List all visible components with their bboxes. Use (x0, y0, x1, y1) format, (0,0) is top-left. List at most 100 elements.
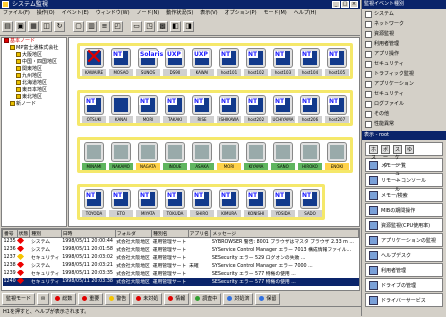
network-node[interactable]: NT SHIRO (190, 190, 214, 220)
tree-icon[interactable]: ▦ (28, 21, 39, 32)
menu-window[interactable]: ウィンドウ(W) (96, 9, 130, 18)
network-node[interactable]: NT host101 (217, 49, 241, 79)
filter-button[interactable]: 調査中 (191, 292, 222, 305)
node-tree[interactable]: 基本ノード MP富士通株式会社 大阪地区 中国・四国地区 関東地区 九州地区 北… (1, 37, 67, 227)
tree-item[interactable]: 中国・四国地区 (2, 59, 66, 66)
menu-node[interactable]: ノード(N) (137, 9, 160, 18)
maximize-button[interactable]: □ (341, 1, 349, 8)
refresh-icon[interactable]: ↻ (54, 21, 65, 32)
action-button[interactable]: 資源監視(CPU使用率) (365, 218, 443, 232)
menu-mode[interactable]: モード(M) (264, 9, 287, 18)
tree-item[interactable]: 九州地区 (2, 73, 66, 80)
table-row[interactable]: 1240 セキュリティ 1998/05/11 20:03:38 式会社大阪地区 運用管理… (2, 277, 359, 286)
close-button[interactable]: × (350, 1, 358, 8)
network-node[interactable]: NT SADO (298, 190, 322, 220)
col-kind[interactable]: 種別名 (151, 229, 189, 238)
action-button[interactable]: リモートコンソール (365, 173, 443, 187)
network-node[interactable]: HIROKO (298, 143, 322, 173)
network-node[interactable]: NT MIYATA (136, 190, 160, 220)
open-folder-icon[interactable]: ▤ (2, 21, 13, 32)
tree-item[interactable]: 基本ノード (2, 38, 66, 45)
network-node[interactable]: NT KONISHI (244, 190, 268, 220)
filter-button[interactable]: 総数 (51, 292, 77, 305)
action-button[interactable]: アプリケーションの監視 (365, 233, 443, 247)
tree-item[interactable]: 新ノード (2, 101, 66, 108)
col-app[interactable]: アプリ名 (187, 229, 212, 238)
network-node[interactable]: NT host202 (244, 96, 268, 126)
tree-item[interactable]: 東北地区 (2, 94, 66, 101)
filter-button[interactable]: 未対処 (132, 292, 163, 305)
event-type-item[interactable]: 性能異常 (362, 119, 446, 129)
action-button[interactable]: ドライバーサービス (365, 293, 443, 307)
network-node[interactable]: Solaris SUNOS (136, 49, 165, 79)
col-number[interactable]: 番号 (2, 229, 18, 238)
view-button[interactable]: ホスト (369, 144, 378, 169)
menu-operation[interactable]: 操作(O) (37, 9, 55, 18)
view-button[interactable]: ゆ (405, 144, 414, 154)
network-node[interactable]: NT TOYODA (82, 190, 106, 220)
filter-button[interactable]: 情報 (164, 292, 190, 305)
event-type-item[interactable]: 利用者管理 (362, 39, 446, 49)
tree-item[interactable]: 関東地区 (2, 66, 66, 73)
event-type-item[interactable]: ログファイル (362, 99, 446, 109)
network-node[interactable]: NT MOSAO (109, 49, 133, 79)
tree-item[interactable]: 大阪地区 (2, 52, 66, 59)
tree-item[interactable]: 北海道地区 (2, 80, 66, 87)
action-button[interactable]: 利用者管理 (365, 263, 443, 277)
view-button[interactable]: ポータ (381, 144, 390, 169)
minimize-button[interactable]: _ (332, 1, 340, 8)
action-button[interactable]: メモー/検索 (365, 188, 443, 202)
network-node[interactable]: NT host207 (325, 96, 349, 126)
graph-icon[interactable]: ▥ (86, 21, 97, 32)
grid-icon[interactable]: ▩ (157, 21, 168, 32)
col-folder[interactable]: フォルダ (114, 229, 153, 238)
col-state[interactable]: 状態 (16, 229, 31, 238)
event-type-item[interactable]: その他 (362, 109, 446, 119)
network-node[interactable]: MINAMI (82, 143, 106, 173)
network-node[interactable]: NT MORI (136, 96, 160, 126)
network-node[interactable]: SANO (271, 143, 295, 173)
network-node[interactable]: NT TOKUDA (163, 190, 187, 220)
network-node[interactable]: NT host206 (298, 96, 322, 126)
node-view-icon[interactable]: ▢ (73, 21, 84, 32)
network-node[interactable]: ASAKA (190, 143, 214, 173)
event-type-item[interactable]: ネットワーク (362, 19, 446, 29)
network-node[interactable]: ✕ KAWAIRE (82, 47, 106, 79)
save-icon[interactable]: ▣ (15, 21, 26, 32)
view-button[interactable]: スケジュール (393, 144, 402, 193)
network-node[interactable]: NT ETO (109, 190, 133, 220)
network-node[interactable]: NT host104 (298, 49, 322, 79)
network-node[interactable]: NT YOSIDA (271, 190, 295, 220)
map-icon[interactable]: ◰ (112, 21, 123, 32)
tree-item[interactable]: 東日本地区 (2, 87, 66, 94)
menu-options[interactable]: オプション(P) (225, 9, 257, 18)
filter-button[interactable]: ✉ (37, 292, 50, 305)
network-node[interactable]: NT host103 (271, 49, 295, 79)
filter-button[interactable]: 警告 (105, 292, 131, 305)
network-node[interactable]: UXP DS90 (163, 49, 187, 79)
network-node[interactable]: NT ISHIKAWA (217, 96, 241, 126)
filter-button[interactable]: 対処済 (223, 292, 254, 305)
table-row[interactable]: 1235 システム 1998/05/11 20:00:44 式会社大阪地区 運用管理サー… (3, 237, 359, 246)
menu-status[interactable]: 動作状況(S) (166, 9, 193, 18)
event-type-item[interactable]: セキュリティ (362, 89, 446, 99)
action-button[interactable]: ヘルプデスク (365, 248, 443, 262)
col-message[interactable]: メッセージ (210, 229, 359, 238)
table-row[interactable]: 1237 セキュリティ 1998/05/11 20:03:02 式会社大阪地区 運用管理… (3, 253, 359, 262)
table-row[interactable]: 1238 システム 1998/05/11 20:03:21 式会社大阪地区 運用管理サー… (3, 261, 359, 270)
event-type-item[interactable]: 資源監視 (362, 29, 446, 39)
filter-button[interactable]: 監視モード (2, 292, 36, 305)
event-type-item[interactable]: システム (362, 9, 446, 19)
network-node[interactable]: KANAI (109, 96, 133, 126)
col-time[interactable]: 日時 (60, 229, 116, 238)
menu-event[interactable]: イベント(E) (62, 9, 89, 18)
network-node[interactable]: NT OTSUKI (82, 96, 106, 126)
table-row[interactable]: 1239 セキュリティ 1998/05/11 20:03:35 式会社大阪地区 運用管理… (3, 269, 359, 278)
menu-view[interactable]: 表示(V) (200, 9, 217, 18)
panel-icon[interactable]: ◧ (170, 21, 181, 32)
event-type-item[interactable]: アプリ操作 (362, 49, 446, 59)
window-icon[interactable]: ◨ (183, 21, 194, 32)
event-type-item[interactable]: アプリケーション (362, 79, 446, 89)
filter-button[interactable]: 重要 (78, 292, 104, 305)
event-type-item[interactable]: トラフィック監視 (362, 69, 446, 79)
